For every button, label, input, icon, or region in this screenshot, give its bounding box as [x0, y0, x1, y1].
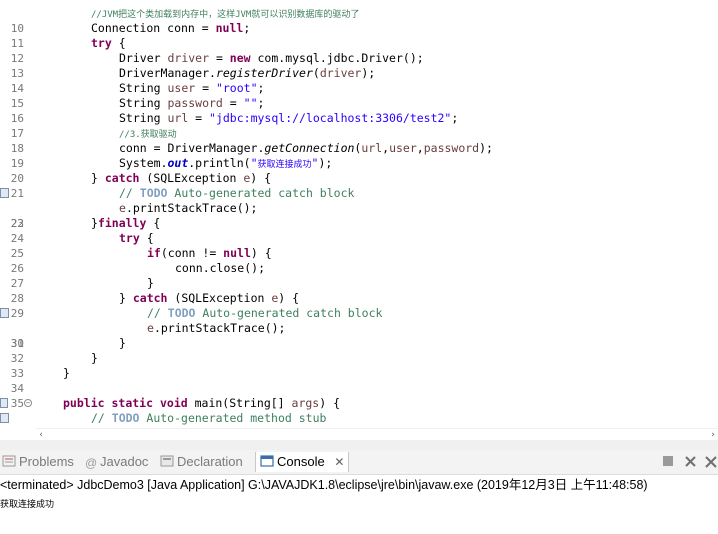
- code-text: conn = DriverManager.getConnection(url,u…: [119, 141, 493, 155]
- code-line[interactable]: 32 }: [0, 336, 718, 365]
- javadoc-icon: @: [85, 456, 98, 470]
- code-text: // TODO Auto-generated catch block: [119, 186, 355, 200]
- terminate-icon[interactable]: [662, 455, 674, 467]
- console-icon: [260, 455, 274, 467]
- code-line[interactable]: 19 conn = DriverManager.getConnection(ur…: [0, 141, 718, 170]
- code-line[interactable]: 15 String user = "root";: [0, 81, 718, 110]
- code-line[interactable]: 37 // TODO Auto-generated method stub: [0, 411, 718, 426]
- code-text: // TODO Auto-generated catch block: [147, 306, 383, 320]
- panel-separator[interactable]: [0, 440, 718, 450]
- code-line[interactable]: 26 if(conn != null) {: [0, 246, 718, 275]
- code-line[interactable]: 16 String password = "";: [0, 96, 718, 125]
- code-line[interactable]: 35: [0, 381, 718, 410]
- code-editor[interactable]: 10 //JVM把这个类加载到内存中，这样JVM就可以识别数据库的驱动了 11 …: [0, 0, 718, 428]
- code-line[interactable]: 18 //3.获取驱动: [0, 126, 718, 155]
- code-text: } catch (SQLException e) {: [119, 291, 300, 305]
- code-line[interactable]: 36 − public static void main(String[] ar…: [0, 396, 718, 428]
- console-status-line: <terminated> JdbcDemo3 [Java Application…: [0, 476, 718, 494]
- code-text: }: [91, 351, 98, 365]
- code-text: Connection conn = null;: [91, 21, 251, 35]
- code-text: if(conn != null) {: [147, 246, 272, 260]
- tab-javadoc[interactable]: @ Javadoc: [85, 452, 148, 472]
- console-output[interactable]: 获取连接成功: [0, 497, 718, 513]
- tab-declaration[interactable]: Declaration: [160, 452, 243, 472]
- code-line[interactable]: 23 e.printStackTrace();: [0, 201, 718, 230]
- code-text: String user = "root";: [119, 81, 265, 95]
- code-text: } catch (SQLException e) {: [91, 171, 272, 185]
- code-text: String password = "";: [119, 96, 265, 110]
- tab-problems[interactable]: Problems: [2, 452, 74, 472]
- tab-label: Problems: [19, 454, 74, 469]
- code-text: e.printStackTrace();: [119, 201, 258, 215]
- tab-console[interactable]: Console ✕: [255, 452, 350, 472]
- tab-label: Javadoc: [100, 454, 149, 469]
- code-line[interactable]: 12 try {: [0, 36, 718, 65]
- tab-label: Declaration: [177, 454, 243, 469]
- code-line[interactable]: 13 Driver driver = new com.mysql.jdbc.Dr…: [0, 51, 718, 80]
- remove-launch-icon[interactable]: [684, 455, 698, 469]
- code-text: conn.close();: [175, 261, 266, 275]
- code-line[interactable]: 22 // TODO Auto-generated catch block: [0, 186, 718, 230]
- code-line[interactable]: 11 Connection conn = null;: [0, 21, 718, 50]
- code-line[interactable]: 14 DriverManager.registerDriver(driver);: [0, 66, 718, 95]
- code-line[interactable]: 20 System.out.println("获取连接成功");: [0, 156, 718, 185]
- code-line[interactable]: 31 e.printStackTrace();: [0, 321, 718, 350]
- code-line[interactable]: 21 } catch (SQLException e) {: [0, 171, 718, 200]
- code-text: }: [63, 366, 70, 380]
- code-text: public static void main(String[] args) {: [63, 396, 341, 410]
- code-text: // TODO Auto-generated method stub: [91, 411, 327, 425]
- code-text: }finally {: [91, 216, 161, 230]
- close-icon[interactable]: ✕: [334, 455, 344, 469]
- code-line[interactable]: 29 } catch (SQLException e) {: [0, 291, 718, 320]
- fold-collapse-icon[interactable]: −: [24, 399, 32, 407]
- code-line[interactable]: 24 }finally {: [0, 216, 718, 245]
- code-line[interactable]: 25 try {: [0, 231, 718, 260]
- override-marker-icon[interactable]: [0, 398, 8, 408]
- code-line[interactable]: 27 conn.close();: [0, 261, 718, 290]
- code-line[interactable]: 10 //JVM把这个类加载到内存中，这样JVM就可以识别数据库的驱动了: [0, 6, 718, 35]
- code-text: }: [147, 276, 154, 290]
- tab-label: Console: [277, 454, 325, 469]
- code-line[interactable]: 30 // TODO Auto-generated catch block: [0, 306, 718, 350]
- code-text: Driver driver = new com.mysql.jdbc.Drive…: [119, 51, 424, 65]
- view-tab-bar: Problems @ Javadoc Declaration Console ✕: [0, 450, 718, 475]
- task-marker-icon[interactable]: [0, 308, 9, 318]
- code-text: DriverManager.registerDriver(driver);: [119, 66, 376, 80]
- remove-all-terminated-icon[interactable]: [704, 455, 718, 469]
- code-line[interactable]: 17 String url = "jdbc:mysql://localhost:…: [0, 111, 718, 140]
- problems-icon: [2, 455, 16, 467]
- code-line[interactable]: 34 }: [0, 366, 718, 395]
- task-marker-icon[interactable]: [0, 413, 9, 423]
- code-text: try {: [91, 36, 126, 50]
- code-text: }: [119, 336, 126, 350]
- code-text: String url = "jdbc:mysql://localhost:330…: [119, 111, 459, 125]
- task-marker-icon[interactable]: [0, 188, 9, 198]
- code-text: e.printStackTrace();: [147, 321, 286, 335]
- code-line[interactable]: 28 }: [0, 276, 718, 305]
- code-text: try {: [119, 231, 154, 245]
- code-line[interactable]: 33 }: [0, 351, 718, 380]
- declaration-icon: [160, 455, 174, 467]
